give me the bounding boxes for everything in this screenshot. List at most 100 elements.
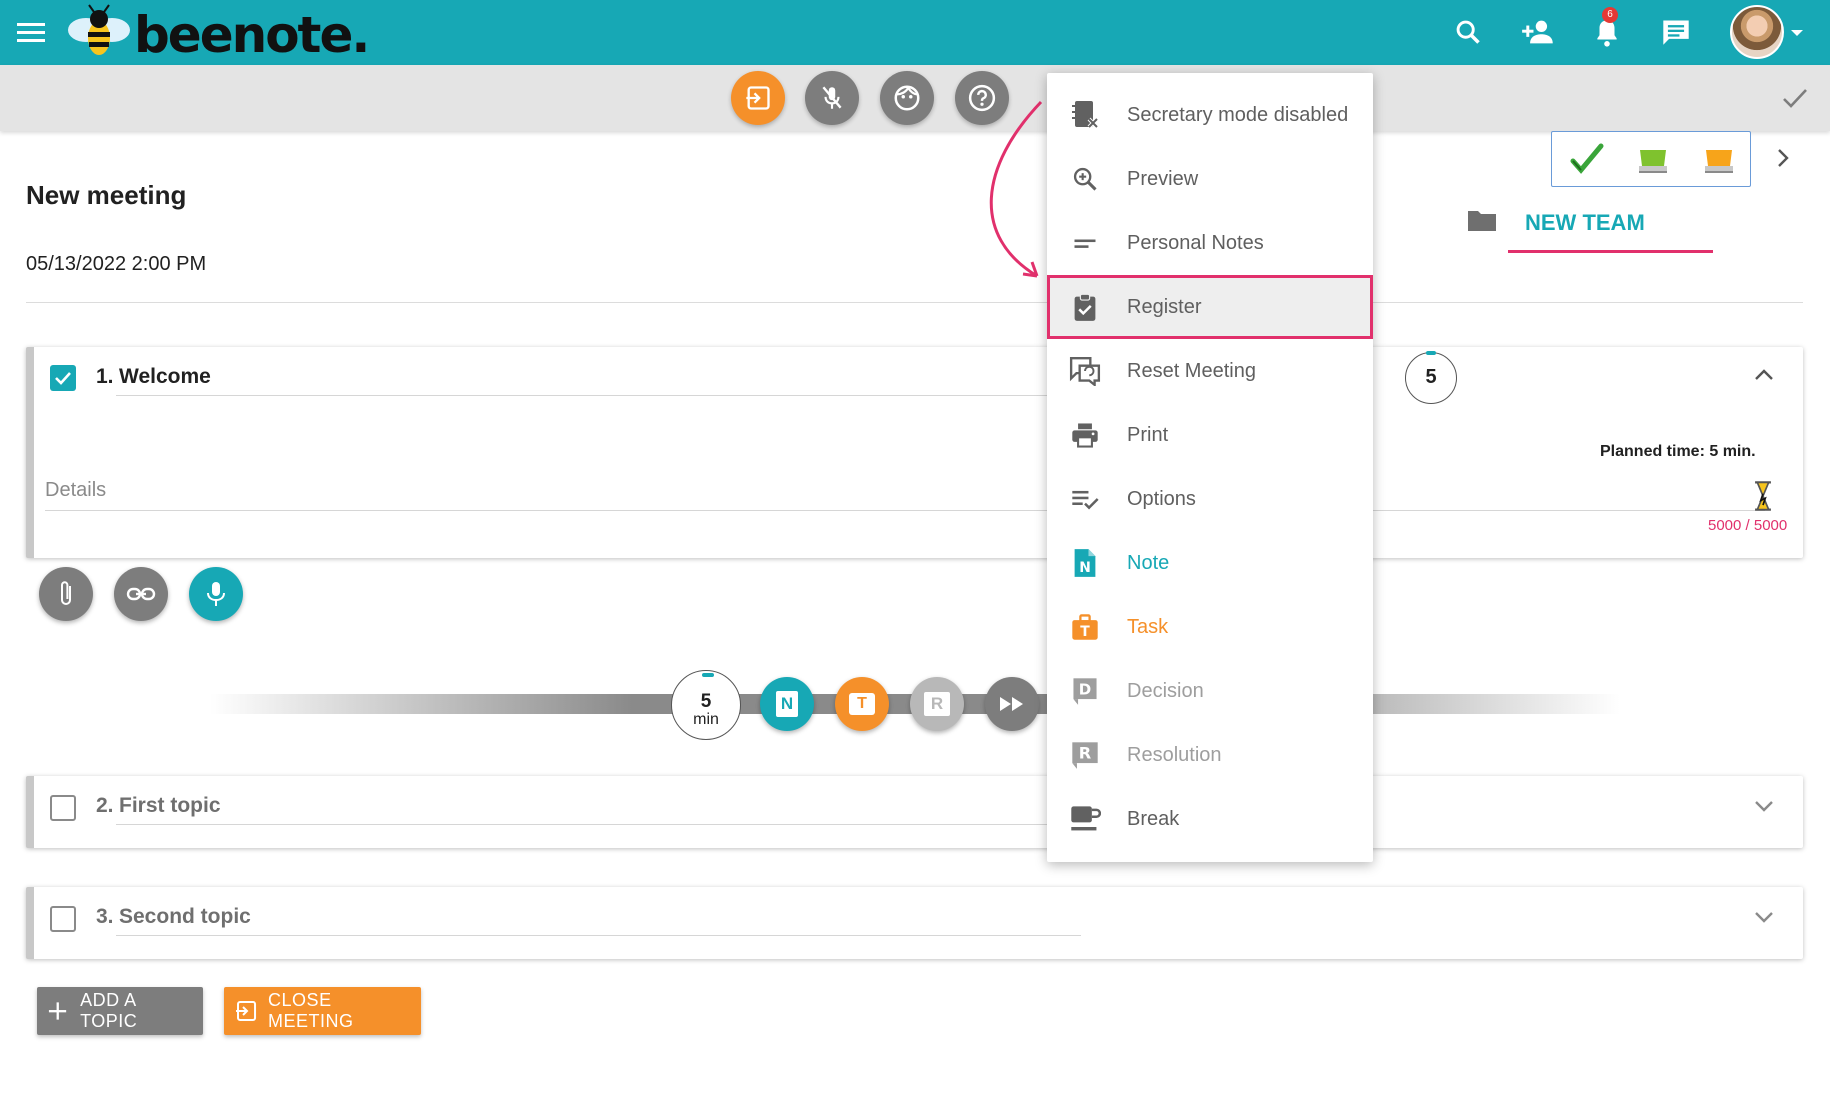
timeline-timer-value: 5	[700, 691, 712, 712]
topic-card-3: 3. Second topic	[26, 887, 1803, 959]
resolution-letter: R	[930, 694, 944, 713]
chevron-down-icon[interactable]	[1754, 911, 1774, 930]
user-avatar[interactable]	[1730, 5, 1784, 59]
menu-item-decision[interactable]: D Decision	[1047, 659, 1373, 723]
topic-number: 2.	[96, 794, 114, 817]
topic-checkbox[interactable]	[50, 795, 76, 821]
topic-title[interactable]: Welcome	[119, 365, 211, 389]
menu-item-label: Break	[1127, 807, 1180, 830]
add-user-icon[interactable]	[1516, 10, 1560, 54]
menu-item-label: Task	[1127, 615, 1169, 638]
task-icon: T	[849, 693, 875, 715]
menu-item-task[interactable]: T Task	[1047, 595, 1373, 659]
timeline-timer[interactable]: 5 min	[671, 670, 741, 740]
topic-timer[interactable]: 5	[1405, 351, 1457, 404]
team-tab[interactable]: NEW TEAM	[1525, 210, 1645, 236]
planned-time: Planned time: 5 min.	[1600, 443, 1756, 460]
menu-icon[interactable]	[9, 10, 53, 54]
meeting-options-menu: Secretary mode disabled Preview Personal…	[1047, 73, 1373, 862]
title-underline	[116, 935, 1081, 936]
chevron-up-icon[interactable]	[1754, 367, 1774, 386]
chat-icon[interactable]	[1654, 10, 1698, 54]
status-selector[interactable]	[1551, 131, 1751, 187]
green-book-icon[interactable]	[1636, 144, 1670, 181]
svg-text:D: D	[1079, 680, 1091, 698]
menu-item-register[interactable]: Register	[1047, 275, 1373, 339]
timeline-timer-progress	[702, 673, 714, 677]
details-field[interactable]: Details	[45, 479, 106, 502]
menu-item-secretary-mode[interactable]: Secretary mode disabled	[1047, 83, 1373, 147]
voice-note-button[interactable]	[189, 567, 243, 621]
skip-forward-button[interactable]	[985, 677, 1039, 731]
menu-item-options[interactable]: Options	[1047, 467, 1373, 531]
menu-item-preview[interactable]: Preview	[1047, 147, 1373, 211]
chevron-down-icon[interactable]	[1790, 25, 1804, 43]
orange-book-icon[interactable]	[1702, 144, 1736, 181]
attach-file-button[interactable]	[39, 567, 93, 621]
exit-icon	[236, 1000, 257, 1022]
topic-checkbox[interactable]	[50, 365, 76, 391]
menu-item-label: Note	[1127, 551, 1170, 574]
note-icon: N	[776, 691, 798, 717]
chevron-down-icon[interactable]	[1754, 800, 1774, 819]
resolution-icon: R	[1069, 739, 1101, 771]
add-resolution-button[interactable]: R	[910, 677, 964, 731]
add-note-button[interactable]: N	[760, 677, 814, 731]
menu-item-label: Personal Notes	[1127, 231, 1264, 254]
face-icon-button[interactable]	[880, 71, 934, 125]
char-counter: 5000 / 5000	[1708, 517, 1788, 534]
short-text-icon	[1069, 227, 1101, 259]
menu-item-label: Register	[1127, 295, 1202, 318]
timeline-timer-unit: min	[693, 711, 719, 728]
chevron-right-icon[interactable]	[1776, 148, 1790, 173]
menu-item-reset-meeting[interactable]: Reset Meeting	[1047, 339, 1373, 403]
attach-link-button[interactable]	[114, 567, 168, 621]
topic-number: 3.	[96, 905, 114, 928]
notification-badge: 6	[1602, 7, 1618, 23]
resolution-icon: R	[924, 692, 950, 716]
team-tab-indicator	[1508, 250, 1713, 253]
note-letter: N	[780, 694, 794, 713]
add-task-button[interactable]: T	[835, 677, 889, 731]
task-letter: T	[857, 695, 867, 712]
check-icon[interactable]	[1782, 87, 1808, 114]
folder-icon	[1467, 208, 1497, 237]
meeting-date: 05/13/2022 2:00 PM	[26, 253, 207, 275]
hourglass-icon	[1748, 479, 1778, 518]
meeting-toolbar	[0, 65, 1830, 131]
menu-item-break[interactable]: Break	[1047, 787, 1373, 851]
secretary-off-icon	[1069, 99, 1101, 131]
coffee-icon	[1069, 803, 1101, 835]
decision-icon: D	[1069, 675, 1101, 707]
menu-item-print[interactable]: Print	[1047, 403, 1373, 467]
topic-card-2: 2. First topic	[26, 776, 1803, 848]
exit-meeting-button[interactable]	[731, 71, 785, 125]
playlist-check-icon	[1069, 483, 1101, 515]
green-check-icon[interactable]	[1570, 142, 1604, 181]
svg-text:N: N	[1079, 560, 1091, 576]
close-meeting-button[interactable]: CLOSE MEETING	[224, 987, 421, 1035]
svg-text:T: T	[1080, 624, 1090, 640]
topic-title[interactable]: Second topic	[119, 905, 251, 929]
plus-icon	[48, 1002, 67, 1020]
reset-chat-icon	[1069, 355, 1101, 387]
clipboard-check-icon	[1069, 291, 1101, 323]
title-underline	[116, 395, 1081, 396]
add-topic-button[interactable]: ADD A TOPIC	[37, 987, 203, 1035]
menu-item-personal-notes[interactable]: Personal Notes	[1047, 211, 1373, 275]
menu-item-note[interactable]: N Note	[1047, 531, 1373, 595]
menu-item-label: Decision	[1127, 679, 1204, 702]
topic-checkbox[interactable]	[50, 906, 76, 932]
close-meeting-label: CLOSE MEETING	[268, 990, 354, 1031]
menu-item-resolution[interactable]: R Resolution	[1047, 723, 1373, 787]
bee-logo-icon	[64, 4, 134, 65]
title-underline	[116, 824, 1081, 825]
menu-item-label: Options	[1127, 487, 1196, 510]
topic-number: 1.	[96, 365, 114, 388]
menu-item-label: Preview	[1127, 167, 1199, 190]
menu-item-label: Print	[1127, 423, 1169, 446]
topic-title[interactable]: First topic	[119, 794, 221, 818]
header-divider	[26, 302, 1803, 303]
mic-off-button[interactable]	[805, 71, 859, 125]
search-icon[interactable]	[1446, 10, 1490, 54]
